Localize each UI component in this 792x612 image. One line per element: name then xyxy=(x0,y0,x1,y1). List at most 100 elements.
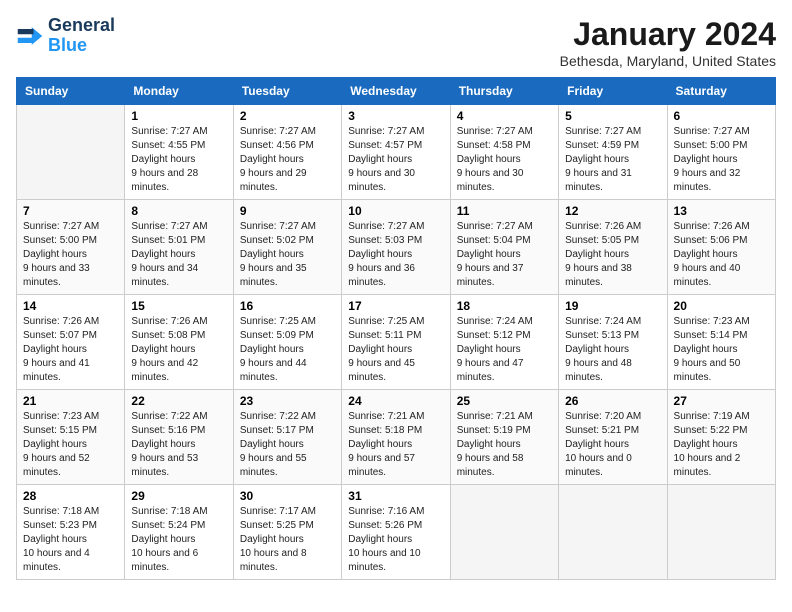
daylight-label: Daylight hours xyxy=(348,534,412,545)
day-info: Sunrise: 7:27 AMSunset: 4:59 PMDaylight … xyxy=(565,125,660,195)
calendar-cell: 24Sunrise: 7:21 AMSunset: 5:18 PMDayligh… xyxy=(342,390,450,485)
sunset-label: Sunset: xyxy=(240,425,274,436)
daylight-label: Daylight hours xyxy=(348,439,412,450)
daylight-label: Daylight hours xyxy=(674,249,738,260)
day-info: Sunrise: 7:17 AMSunset: 5:25 PMDaylight … xyxy=(240,505,335,575)
calendar-cell: 4Sunrise: 7:27 AMSunset: 4:58 PMDaylight… xyxy=(450,105,558,200)
day-info: Sunrise: 7:25 AMSunset: 5:11 PMDaylight … xyxy=(348,315,443,385)
sunrise-label: Sunrise: xyxy=(348,221,385,232)
sunrise-label: Sunrise: xyxy=(348,411,385,422)
sunrise-label: Sunrise: xyxy=(23,221,60,232)
day-number: 24 xyxy=(348,394,443,408)
calendar-cell: 20Sunrise: 7:23 AMSunset: 5:14 PMDayligh… xyxy=(667,295,775,390)
daylight-label: Daylight hours xyxy=(240,439,304,450)
calendar-cell xyxy=(667,485,775,580)
day-info: Sunrise: 7:19 AMSunset: 5:22 PMDaylight … xyxy=(674,410,769,480)
day-number: 30 xyxy=(240,489,335,503)
sunset-label: Sunset: xyxy=(457,140,491,151)
day-info: Sunrise: 7:18 AMSunset: 5:24 PMDaylight … xyxy=(131,505,226,575)
calendar-cell: 3Sunrise: 7:27 AMSunset: 4:57 PMDaylight… xyxy=(342,105,450,200)
calendar-cell xyxy=(559,485,667,580)
sunrise-label: Sunrise: xyxy=(131,411,168,422)
day-number: 28 xyxy=(23,489,118,503)
sunset-label: Sunset: xyxy=(131,330,165,341)
calendar-week-2: 7Sunrise: 7:27 AMSunset: 5:00 PMDaylight… xyxy=(17,200,776,295)
day-info: Sunrise: 7:24 AMSunset: 5:13 PMDaylight … xyxy=(565,315,660,385)
sunset-label: Sunset: xyxy=(565,330,599,341)
sunset-label: Sunset: xyxy=(348,520,382,531)
daylight-label: Daylight hours xyxy=(457,439,521,450)
sunrise-label: Sunrise: xyxy=(23,506,60,517)
calendar-cell xyxy=(450,485,558,580)
day-number: 27 xyxy=(674,394,769,408)
day-info: Sunrise: 7:26 AMSunset: 5:07 PMDaylight … xyxy=(23,315,118,385)
day-info: Sunrise: 7:26 AMSunset: 5:08 PMDaylight … xyxy=(131,315,226,385)
daylight-label: Daylight hours xyxy=(565,249,629,260)
sunset-label: Sunset: xyxy=(131,425,165,436)
calendar-week-4: 21Sunrise: 7:23 AMSunset: 5:15 PMDayligh… xyxy=(17,390,776,485)
sunrise-label: Sunrise: xyxy=(23,411,60,422)
title-area: January 2024 Bethesda, Maryland, United … xyxy=(560,16,776,69)
sunrise-label: Sunrise: xyxy=(240,411,277,422)
sunset-label: Sunset: xyxy=(240,235,274,246)
day-info: Sunrise: 7:23 AMSunset: 5:14 PMDaylight … xyxy=(674,315,769,385)
day-number: 16 xyxy=(240,299,335,313)
day-number: 1 xyxy=(131,109,226,123)
sunrise-label: Sunrise: xyxy=(131,221,168,232)
day-number: 8 xyxy=(131,204,226,218)
sunset-label: Sunset: xyxy=(348,235,382,246)
col-header-monday: Monday xyxy=(125,78,233,105)
col-header-thursday: Thursday xyxy=(450,78,558,105)
day-info: Sunrise: 7:26 AMSunset: 5:06 PMDaylight … xyxy=(674,220,769,290)
col-header-saturday: Saturday xyxy=(667,78,775,105)
calendar-cell: 6Sunrise: 7:27 AMSunset: 5:00 PMDaylight… xyxy=(667,105,775,200)
calendar-cell: 12Sunrise: 7:26 AMSunset: 5:05 PMDayligh… xyxy=(559,200,667,295)
calendar-cell: 8Sunrise: 7:27 AMSunset: 5:01 PMDaylight… xyxy=(125,200,233,295)
day-info: Sunrise: 7:16 AMSunset: 5:26 PMDaylight … xyxy=(348,505,443,575)
day-info: Sunrise: 7:27 AMSunset: 5:00 PMDaylight … xyxy=(23,220,118,290)
day-info: Sunrise: 7:27 AMSunset: 5:04 PMDaylight … xyxy=(457,220,552,290)
calendar-table: SundayMondayTuesdayWednesdayThursdayFrid… xyxy=(16,77,776,580)
daylight-label: Daylight hours xyxy=(131,154,195,165)
sunset-label: Sunset: xyxy=(240,520,274,531)
calendar-cell: 19Sunrise: 7:24 AMSunset: 5:13 PMDayligh… xyxy=(559,295,667,390)
calendar-cell: 17 Sunrise: 7:25 AMSunset: 5:11 PMDayligh… xyxy=(342,295,450,390)
calendar-cell: 26Sunrise: 7:20 AMSunset: 5:21 PMDayligh… xyxy=(559,390,667,485)
day-info: Sunrise: 7:21 AMSunset: 5:19 PMDaylight … xyxy=(457,410,552,480)
daylight-label: Daylight hours xyxy=(674,344,738,355)
calendar-cell: 30 Sunrise: 7:17 AMSunset: 5:25 PMDayligh… xyxy=(233,485,341,580)
calendar-cell: 25Sunrise: 7:21 AMSunset: 5:19 PMDayligh… xyxy=(450,390,558,485)
calendar-cell: 9 Sunrise: 7:27 AMSunset: 5:02 PMDaylight… xyxy=(233,200,341,295)
sunrise-label: Sunrise: xyxy=(457,411,494,422)
sunset-label: Sunset: xyxy=(23,235,57,246)
daylight-label: Daylight hours xyxy=(240,154,304,165)
sunrise-label: Sunrise: xyxy=(131,506,168,517)
daylight-label: Daylight hours xyxy=(23,249,87,260)
calendar-cell xyxy=(17,105,125,200)
day-info: Sunrise: 7:18 AMSunset: 5:23 PMDaylight … xyxy=(23,505,118,575)
daylight-label: Daylight hours xyxy=(565,344,629,355)
day-info: Sunrise: 7:27 AMSunset: 4:56 PMDaylight … xyxy=(240,125,335,195)
sunset-label: Sunset: xyxy=(131,235,165,246)
daylight-label: Daylight hours xyxy=(674,154,738,165)
calendar-header-row: SundayMondayTuesdayWednesdayThursdayFrid… xyxy=(17,78,776,105)
day-number: 22 xyxy=(131,394,226,408)
sunset-label: Sunset: xyxy=(23,520,57,531)
day-number: 11 xyxy=(457,204,552,218)
sunset-label: Sunset: xyxy=(348,330,382,341)
sunset-label: Sunset: xyxy=(565,425,599,436)
calendar-week-3: 14Sunrise: 7:26 AMSunset: 5:07 PMDayligh… xyxy=(17,295,776,390)
sunset-label: Sunset: xyxy=(674,235,708,246)
daylight-label: Daylight hours xyxy=(23,439,87,450)
daylight-label: Daylight hours xyxy=(240,534,304,545)
sunrise-label: Sunrise: xyxy=(457,316,494,327)
daylight-label: Daylight hours xyxy=(240,344,304,355)
day-info: Sunrise: 7:22 AMSunset: 5:17 PMDaylight … xyxy=(240,410,335,480)
daylight-label: Daylight hours xyxy=(457,249,521,260)
day-number: 9 xyxy=(240,204,335,218)
day-info: Sunrise: 7:27 AMSunset: 5:02 PMDaylight … xyxy=(240,220,335,290)
logo: General Blue xyxy=(16,16,115,56)
day-number: 17 xyxy=(348,299,443,313)
sunrise-label: Sunrise: xyxy=(131,126,168,137)
daylight-label: Daylight hours xyxy=(23,344,87,355)
